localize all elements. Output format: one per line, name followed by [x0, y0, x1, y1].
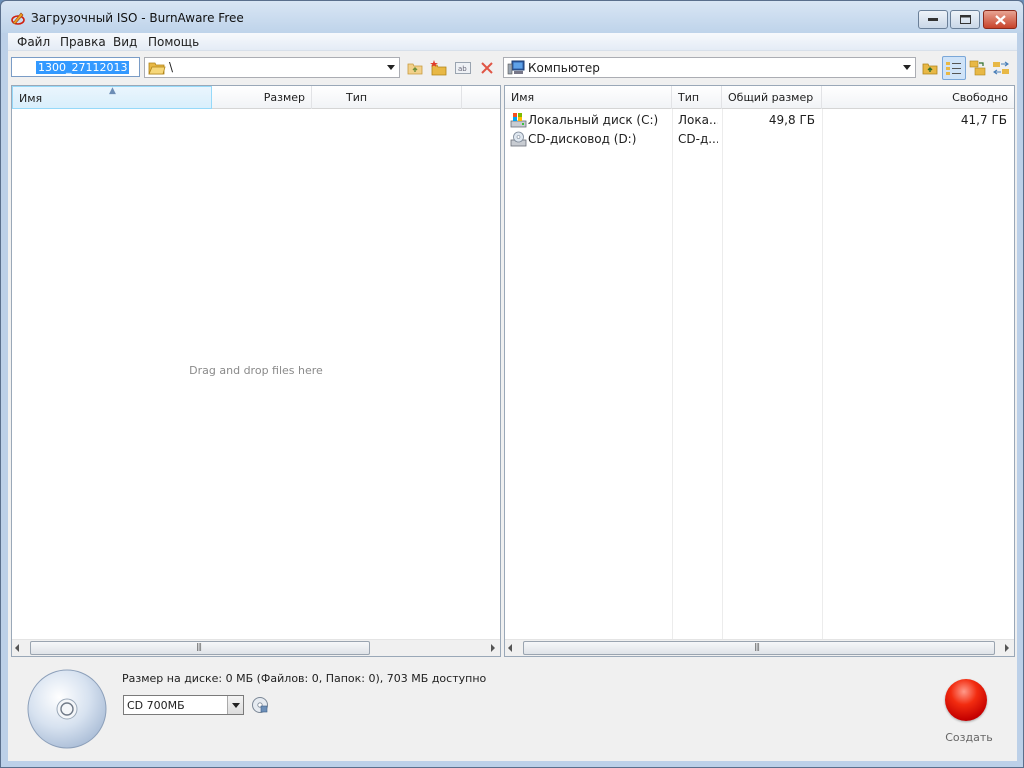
folder-up-icon	[407, 63, 423, 75]
column-header-type[interactable]: Тип	[312, 86, 462, 109]
minimize-button[interactable]	[918, 10, 948, 29]
grip-icon: |||	[754, 642, 760, 651]
menu-view[interactable]: Вид	[112, 35, 138, 49]
cd-disc-icon	[27, 669, 107, 749]
column-header-size[interactable]: Размер	[212, 86, 312, 109]
column-header-name[interactable]: Имя	[505, 86, 672, 109]
delete-button[interactable]	[478, 59, 496, 77]
drive-free-space: 41,7 ГБ	[960, 113, 1007, 127]
drive-type: CD-д...	[678, 132, 718, 146]
chevron-down-icon[interactable]	[387, 65, 395, 70]
burn-label: Создать	[945, 731, 993, 744]
minimize-icon	[928, 17, 938, 21]
drive-total-size: 49,8 ГБ	[768, 113, 815, 127]
details-view-button[interactable]	[942, 56, 966, 80]
window-title: Загрузочный ISO - BurnAware Free	[31, 11, 244, 25]
disc-properties-icon[interactable]	[251, 696, 269, 714]
computer-icon	[507, 60, 525, 75]
column-header-name[interactable]: ▲ Имя	[12, 86, 212, 109]
add-to-compilation-button[interactable]	[969, 59, 987, 77]
bottom-panel: Размер на диске: 0 МБ (Файлов: 0, Папок:…	[8, 657, 1017, 761]
column-divider	[722, 109, 723, 640]
scrollbar-thumb[interactable]: |||	[30, 641, 370, 655]
current-path: \	[169, 60, 174, 74]
horizontal-scrollbar[interactable]: |||	[12, 639, 500, 656]
browser-header: Имя Тип Общий размер Свободно	[505, 86, 1014, 109]
menu-file[interactable]: Файл	[16, 35, 51, 49]
client-area: Файл Правка Вид Помощь 1300_27112013 \ a…	[8, 33, 1017, 761]
column-header-free[interactable]: Свободно	[822, 86, 1014, 109]
compilation-header: ▲ Имя Размер Тип	[12, 86, 500, 109]
rename-icon: ab	[455, 62, 471, 74]
disc-type-select[interactable]: CD 700МБ	[123, 695, 244, 715]
location-combo[interactable]: Компьютер	[503, 57, 916, 78]
rename-button[interactable]: ab	[454, 59, 472, 77]
maximize-button[interactable]	[950, 10, 980, 29]
grip-icon: |||	[196, 642, 202, 651]
scrollbar-thumb[interactable]: |||	[523, 641, 995, 655]
hard-drive-icon	[510, 113, 527, 128]
file-browser-pane[interactable]: Имя Тип Общий размер Свободно Локальный …	[504, 85, 1015, 657]
toolbar: 1300_27112013 \ ab Компьютер	[8, 51, 1017, 85]
menu-help[interactable]: Помощь	[147, 35, 200, 49]
drive-row[interactable]: CD-дисковод (D:) CD-д...	[505, 129, 1014, 148]
disc-type-value: CD 700МБ	[127, 699, 185, 712]
close-icon	[994, 14, 1006, 25]
scroll-right-arrow-icon[interactable]	[1005, 644, 1009, 652]
location-text: Компьютер	[528, 61, 600, 75]
new-folder-button[interactable]	[430, 59, 448, 77]
menu-bar: Файл Правка Вид Помощь	[8, 33, 1017, 51]
delete-icon	[481, 62, 493, 74]
drop-hint: Drag and drop files here	[189, 364, 323, 377]
cd-drive-icon	[510, 131, 527, 147]
folder-up-button[interactable]	[406, 59, 424, 77]
details-view-icon	[946, 62, 961, 75]
disc-size-info: Размер на диске: 0 МБ (Файлов: 0, Папок:…	[122, 672, 487, 685]
scroll-left-arrow-icon[interactable]	[508, 644, 512, 652]
scroll-right-arrow-icon[interactable]	[491, 644, 495, 652]
burnaware-logo-icon	[11, 12, 25, 25]
path-combo[interactable]: \	[144, 57, 400, 78]
title-bar[interactable]: Загрузочный ISO - BurnAware Free	[1, 1, 1023, 33]
sync-button[interactable]	[992, 59, 1010, 77]
horizontal-scrollbar[interactable]: |||	[505, 639, 1014, 656]
transfer-icon	[993, 61, 1009, 75]
record-icon	[945, 679, 987, 721]
chevron-down-icon[interactable]	[903, 65, 911, 70]
disc-label-input[interactable]: 1300_27112013	[11, 57, 140, 77]
column-header-extra[interactable]	[462, 86, 500, 109]
svg-text:ab: ab	[458, 65, 467, 73]
scroll-left-arrow-icon[interactable]	[15, 644, 19, 652]
compilation-pane[interactable]: ▲ Имя Размер Тип Drag and drop files her…	[11, 85, 501, 657]
close-button[interactable]	[983, 10, 1017, 29]
app-window: Загрузочный ISO - BurnAware Free Файл Пр…	[0, 0, 1024, 768]
add-files-icon	[969, 60, 986, 76]
drive-name: Локальный диск (C:)	[528, 113, 659, 127]
open-folder-icon	[148, 62, 166, 75]
chevron-down-icon[interactable]	[227, 696, 243, 714]
browser-up-button[interactable]	[921, 59, 939, 77]
maximize-icon	[959, 15, 971, 24]
new-folder-icon	[430, 60, 447, 76]
drive-name: CD-дисковод (D:)	[528, 132, 637, 146]
burn-button[interactable]: Создать	[938, 676, 1000, 750]
disc-label-text: 1300_27112013	[36, 61, 130, 74]
drive-type: Лока...	[678, 113, 718, 127]
column-header-total-size[interactable]: Общий размер	[722, 86, 822, 109]
column-divider	[822, 109, 823, 640]
sort-ascending-icon: ▲	[109, 86, 116, 96]
column-header-type[interactable]: Тип	[672, 86, 722, 109]
column-divider	[672, 109, 673, 640]
drive-row[interactable]: Локальный диск (C:) Лока... 49,8 ГБ 41,7…	[505, 110, 1014, 129]
folder-up-icon	[922, 63, 938, 75]
menu-edit[interactable]: Правка	[59, 35, 107, 49]
